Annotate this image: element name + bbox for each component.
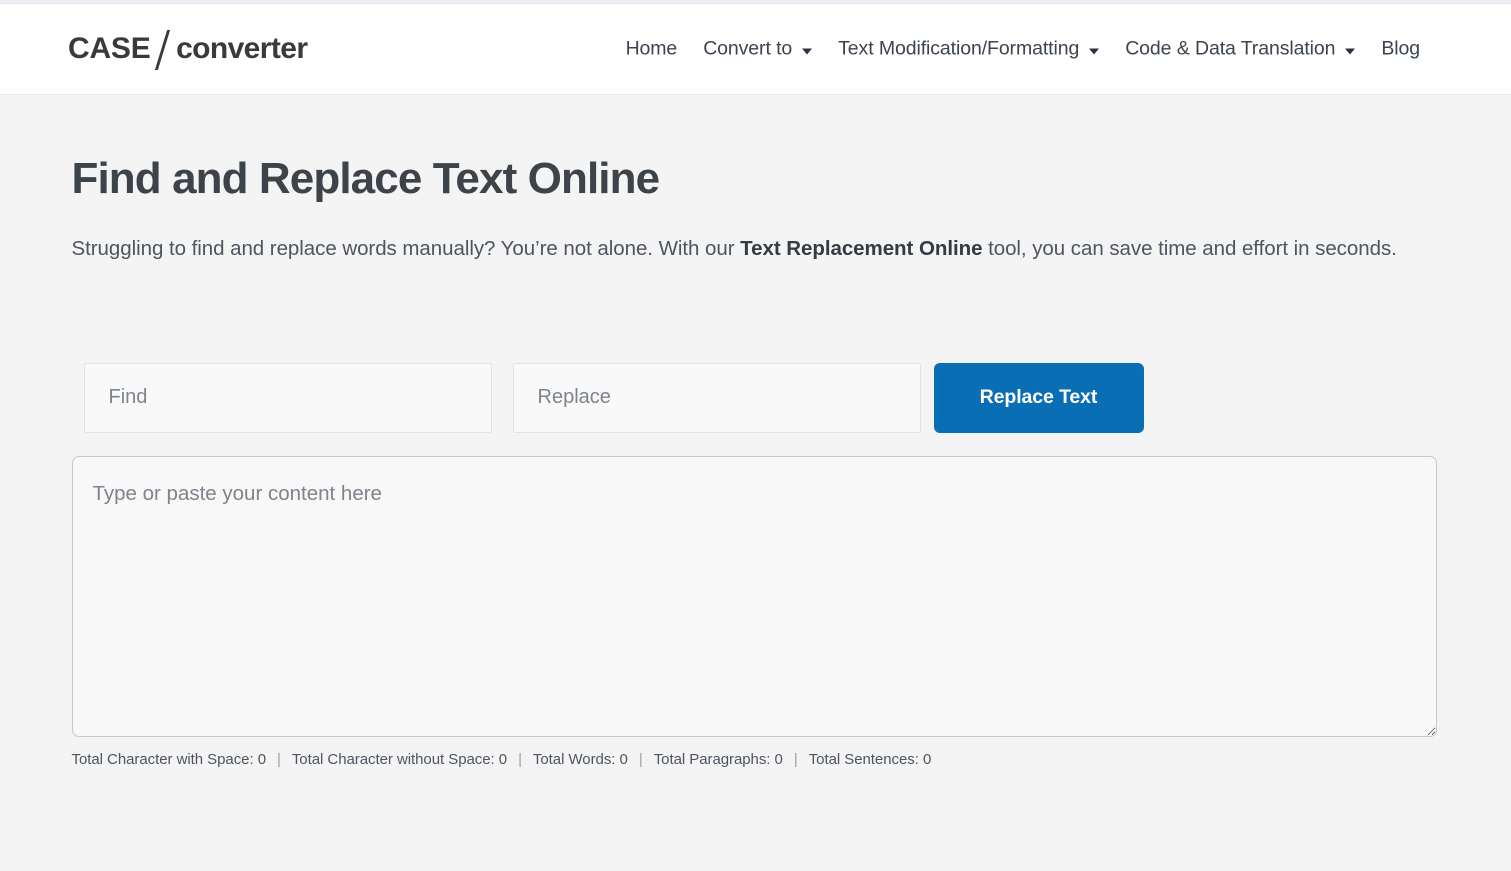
stat-label: Total Character with Space: — [71, 750, 254, 768]
logo-text-case: CASE — [68, 32, 151, 65]
nav-item-convert-to[interactable]: Convert to — [690, 32, 825, 67]
chevron-down-icon — [802, 48, 813, 54]
stat-total-characters-with-space: Total Character with Space: 0 — [72, 751, 267, 768]
nav-label: Code & Data Translation — [1125, 37, 1336, 60]
site-logo[interactable]: CASE converter — [68, 29, 308, 70]
text-statistics-bar: Total Character with Space: 0 | Total Ch… — [72, 751, 1440, 768]
nav-label: Home — [625, 37, 678, 60]
page-content: Find and Replace Text Online Struggling … — [0, 96, 1511, 871]
find-input[interactable] — [83, 362, 492, 433]
stat-separator: | — [277, 750, 281, 768]
nav-item-text-modification-formatting[interactable]: Text Modification/Formatting — [825, 32, 1112, 67]
stat-label: Total Character without Space: — [291, 750, 495, 768]
stat-label: Total Words: — [532, 750, 616, 768]
stat-value: 0 — [619, 750, 628, 768]
stat-total-words: Total Words: 0 — [533, 751, 628, 768]
stat-value: 0 — [257, 750, 266, 768]
logo-slash-icon — [154, 30, 170, 70]
nav-label: Text Modification/Formatting — [838, 37, 1080, 60]
replace-input[interactable] — [512, 362, 921, 433]
chevron-down-icon — [1345, 48, 1356, 54]
intro-text-highlight: Text Replacement Online — [740, 236, 983, 260]
content-textarea[interactable] — [71, 455, 1437, 737]
stat-label: Total Paragraphs: — [653, 750, 771, 768]
site-header: CASE converter Home Convert to Text Modi… — [0, 4, 1511, 95]
stat-value: 0 — [498, 750, 508, 768]
nav-item-code-data-translation[interactable]: Code & Data Translation — [1112, 32, 1368, 67]
stat-separator: | — [518, 750, 522, 768]
stat-total-sentences: Total Sentences: 0 — [809, 751, 932, 768]
replace-text-button[interactable]: Replace Text — [933, 362, 1144, 433]
stat-value: 0 — [774, 750, 783, 768]
nav-label: Convert to — [703, 37, 793, 60]
chevron-down-icon — [1089, 48, 1100, 54]
nav-item-blog[interactable]: Blog — [1368, 32, 1433, 67]
intro-text-part1: Struggling to find and replace words man… — [71, 236, 741, 260]
stat-separator: | — [638, 750, 643, 768]
main-navigation: Home Convert to Text Modification/Format… — [613, 32, 1433, 67]
nav-item-home[interactable]: Home — [613, 32, 691, 67]
nav-label: Blog — [1381, 37, 1420, 60]
find-replace-controls: Replace Text — [72, 362, 1440, 433]
stat-total-paragraphs: Total Paragraphs: 0 — [654, 751, 783, 768]
stat-value: 0 — [922, 750, 932, 768]
page-title: Find and Replace Text Online — [71, 154, 661, 203]
stat-separator: | — [793, 750, 798, 768]
content-container: Find and Replace Text Online Struggling … — [71, 96, 1440, 768]
intro-text-part2: tool, you can save time and effort in se… — [982, 236, 1397, 260]
page-intro-text: Struggling to find and replace words man… — [72, 231, 1432, 267]
stat-total-characters-without-space: Total Character without Space: 0 — [292, 751, 507, 768]
logo-text-converter: converter — [176, 32, 308, 65]
stat-label: Total Sentences: — [808, 750, 919, 768]
